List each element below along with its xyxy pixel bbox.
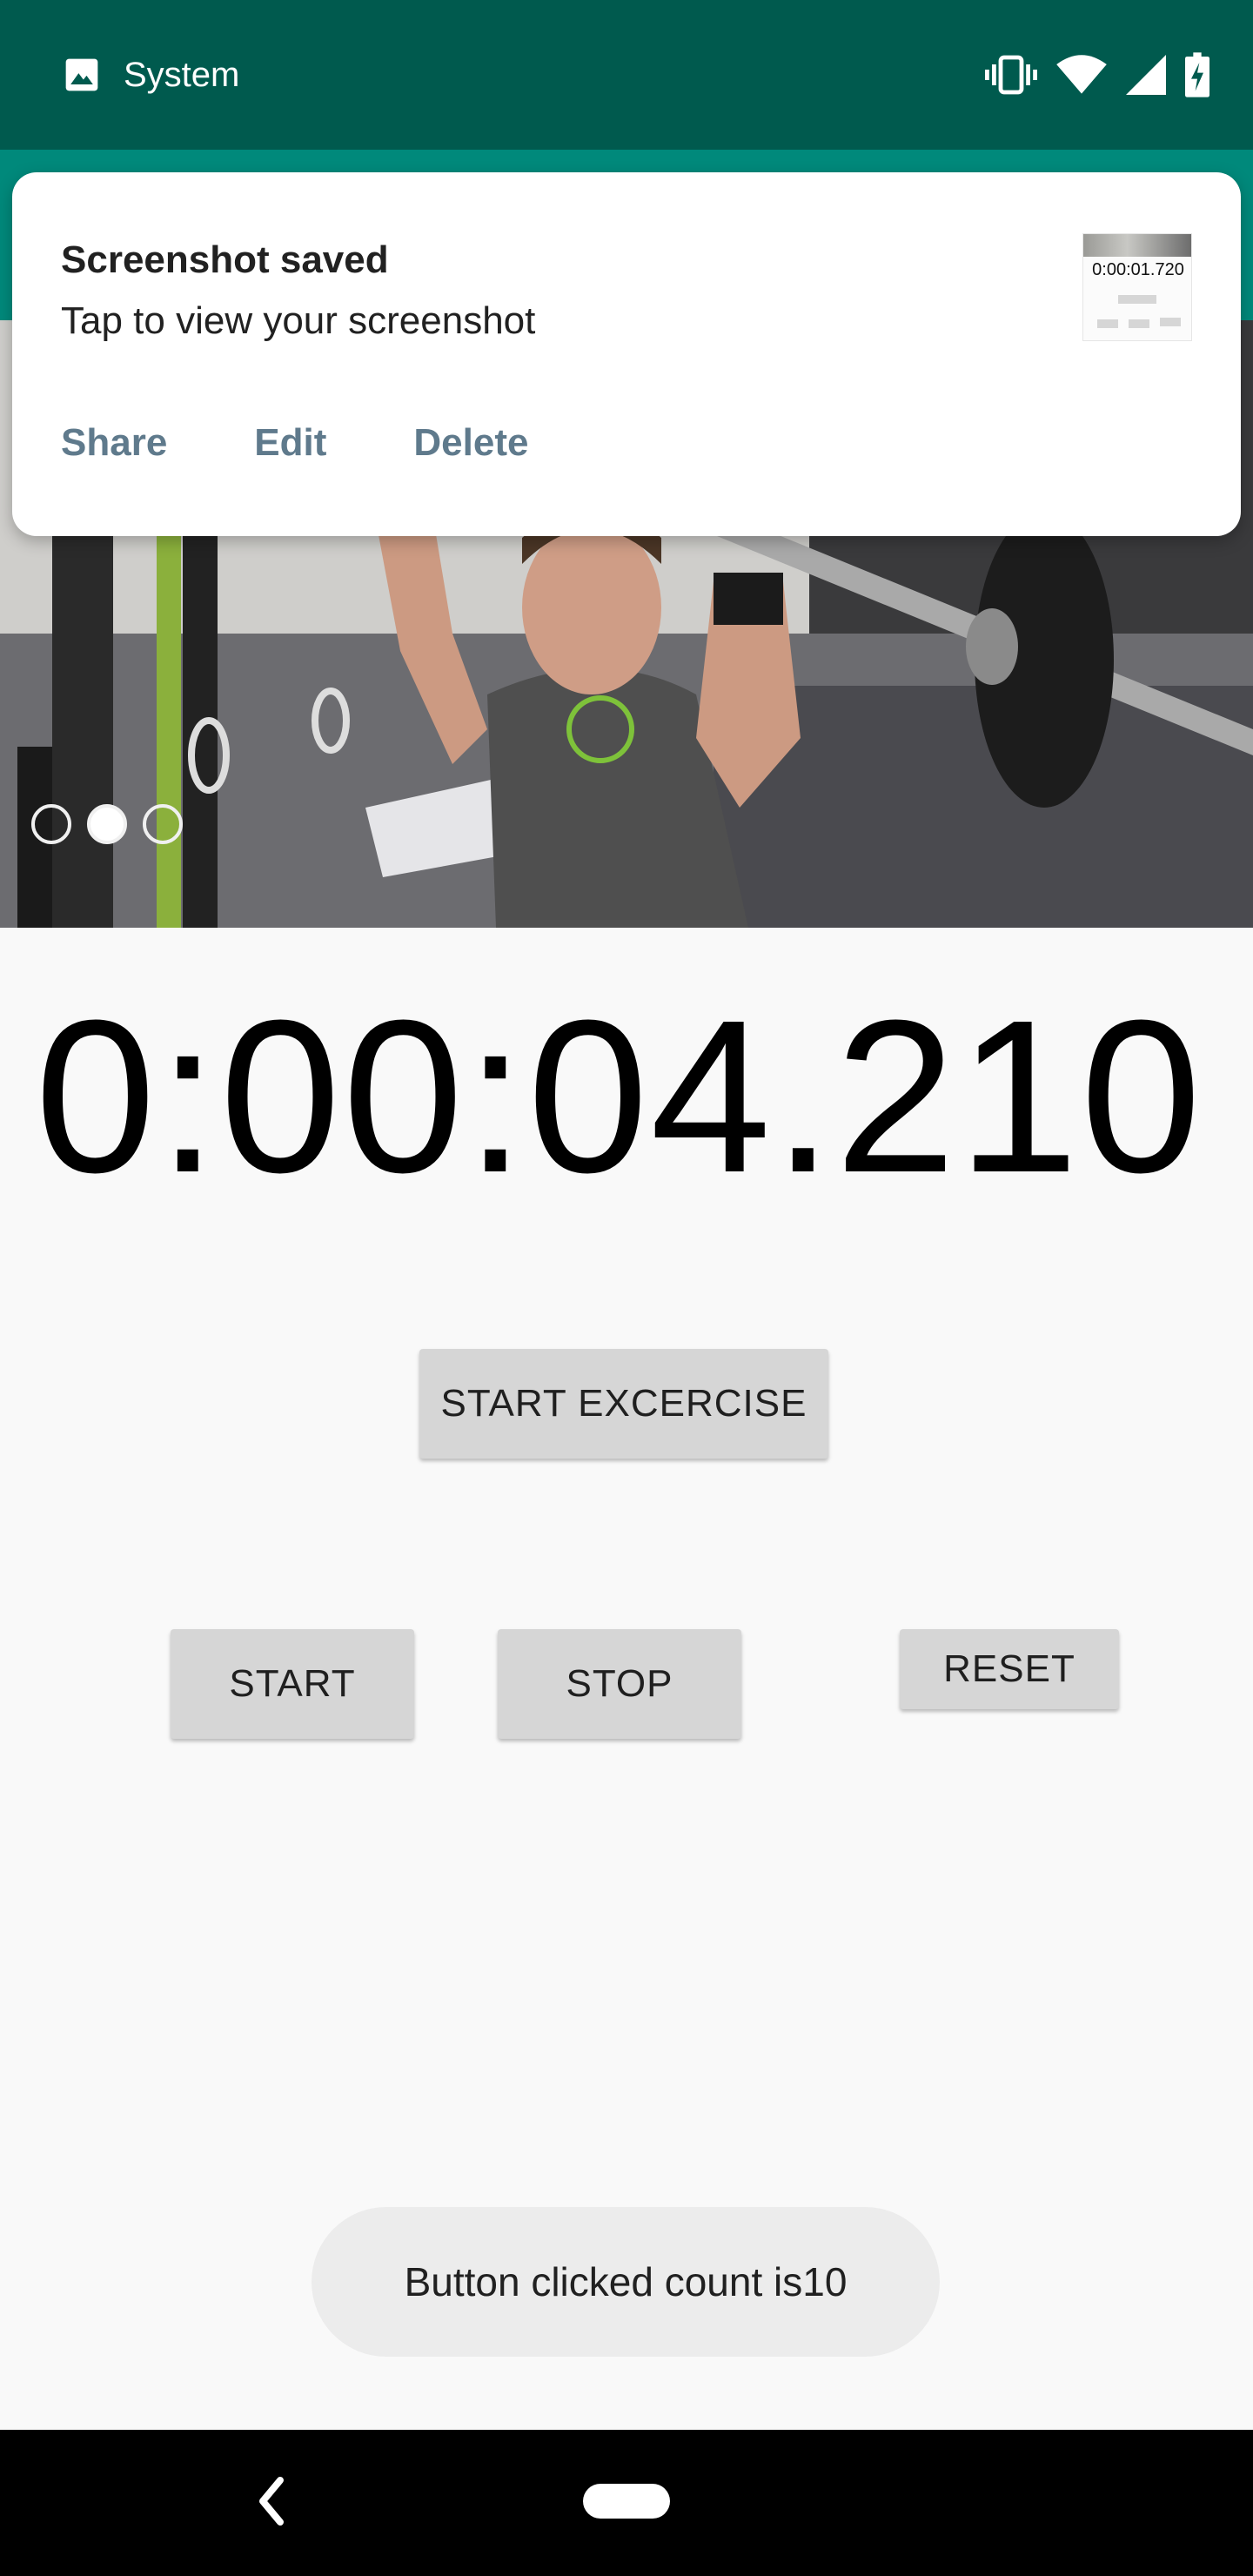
notification-actions: Share Edit Delete [61,421,528,465]
status-icons [985,49,1209,101]
battery-icon [1185,52,1209,97]
notification-title: Screenshot saved [61,238,389,281]
start-exercise-button[interactable]: START EXCERCISE [419,1349,828,1459]
screenshot-notification[interactable]: Screenshot saved Tap to view your screen… [12,172,1241,536]
thumbnail-button [1160,318,1181,326]
share-button[interactable]: Share [61,421,167,465]
home-pill-icon[interactable] [583,2484,670,2519]
image-icon [65,58,98,91]
notification-text: Tap to view your screenshot [61,299,536,342]
wifi-icon [1056,55,1107,94]
thumbnail-button [1118,295,1156,304]
carousel-dot[interactable] [31,804,71,844]
back-icon[interactable] [252,2473,287,2529]
navigation-bar [0,2430,1253,2576]
status-bar: System [0,0,1253,150]
edit-button[interactable]: Edit [254,421,326,465]
thumbnail-time: 0:00:01.720 [1092,260,1184,279]
thumbnail-button [1097,319,1118,328]
toast-message: Button clicked count is10 [312,2207,940,2357]
status-app-label: System [124,55,240,94]
start-button[interactable]: START [171,1629,414,1739]
vibrate-icon [985,55,1037,95]
thumbnail-photo [1083,234,1191,257]
carousel-indicators [31,804,183,844]
delete-button[interactable]: Delete [413,421,528,465]
carousel-dot[interactable] [143,804,183,844]
carousel-dot-active[interactable] [87,804,127,844]
status-left: System [63,54,239,96]
reset-button[interactable]: RESET [900,1629,1119,1709]
screenshot-thumbnail[interactable]: 0:00:01.720 [1082,233,1192,341]
stopwatch-display: 0:00:04.210 [35,975,1203,1218]
cell-signal-icon [1126,55,1166,95]
thumbnail-button [1129,319,1149,328]
stop-button[interactable]: STOP [498,1629,741,1739]
